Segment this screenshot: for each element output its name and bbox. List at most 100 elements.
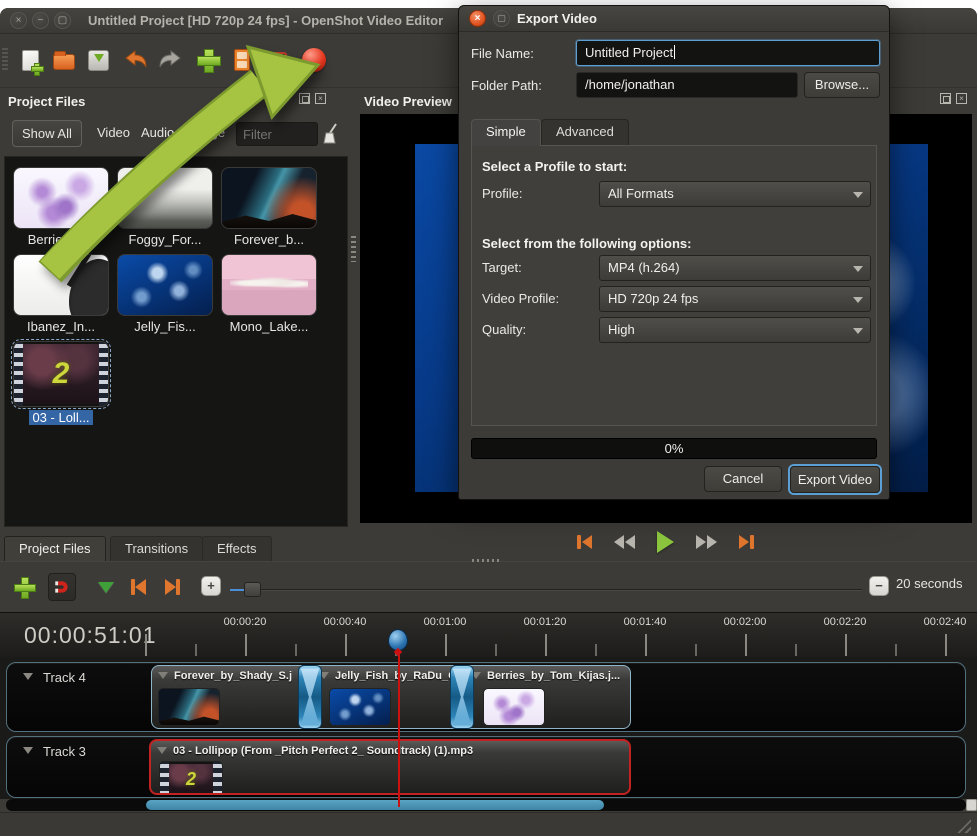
ruler-tick-label: 00:01:20: [515, 616, 575, 628]
file-item-mono-lake[interactable]: Mono_Lake...: [221, 254, 317, 334]
jump-to-end-button[interactable]: [739, 535, 754, 549]
timeline-horizontal-scrollbar[interactable]: [6, 799, 966, 811]
file-item-forever[interactable]: Forever_b...: [221, 167, 317, 247]
cancel-button[interactable]: Cancel: [704, 466, 782, 492]
clip-label: 03 - Lollipop (From _Pitch Perfect 2_ So…: [173, 745, 473, 757]
tab-project-files[interactable]: Project Files: [4, 536, 106, 563]
close-panel-icon[interactable]: ×: [956, 93, 967, 104]
clip-jellyfish[interactable]: Jelly_Fish_by_RaDu_G: [308, 665, 460, 729]
rewind-button[interactable]: [614, 535, 635, 549]
window-maximize-button[interactable]: ▢: [54, 12, 71, 29]
profile-dropdown[interactable]: All Formats: [599, 181, 871, 207]
clip-berries[interactable]: Berries_by_Tom_Kijas.j...: [460, 665, 631, 729]
play-button[interactable]: [657, 531, 674, 553]
file-name-input[interactable]: Untitled Project: [576, 40, 880, 66]
float-panel-icon[interactable]: [299, 93, 310, 104]
file-label: Forever_b...: [221, 232, 317, 247]
fast-forward-button[interactable]: [696, 535, 717, 549]
snapping-toggle-button[interactable]: [48, 573, 76, 601]
scrollbar-corner-button[interactable]: [966, 799, 977, 811]
file-item-ibanez[interactable]: Ibanez_In...: [13, 254, 109, 334]
open-project-button[interactable]: [50, 46, 78, 74]
target-dropdown[interactable]: MP4 (h.264): [599, 255, 871, 281]
zoom-in-button[interactable]: +: [201, 576, 221, 596]
clip-menu-chevron-icon[interactable]: [157, 747, 167, 754]
filter-input[interactable]: [236, 122, 318, 146]
float-panel-icon[interactable]: [940, 93, 951, 104]
timeline-ruler[interactable]: 00:00:51:01 00:00:20 00:00:40 00:01:00 0…: [0, 612, 977, 657]
track-menu-chevron-icon[interactable]: [23, 673, 33, 680]
file-thumbnail-foggy: [117, 167, 213, 229]
save-project-button[interactable]: [84, 46, 112, 74]
clip-label: Jelly_Fish_by_RaDu_G: [335, 670, 457, 682]
track-menu-chevron-icon[interactable]: [23, 747, 33, 754]
track-row-3: Track 3 03 - Lollipop (From _Pitch Perfe…: [6, 736, 966, 798]
undo-icon: [123, 48, 149, 72]
scrollbar-thumb[interactable]: [146, 800, 604, 810]
tab-advanced[interactable]: Advanced: [541, 119, 629, 145]
export-video-button[interactable]: [300, 46, 328, 74]
window-minimize-button[interactable]: −: [32, 12, 49, 29]
clip-label: Berries_by_Tom_Kijas.j...: [487, 670, 620, 682]
jump-start-icon: [582, 535, 592, 549]
track-name: Track 3: [43, 744, 86, 759]
timeline-tracks-area: Track 4 Forever_by_Shady_S.j Jelly_Fish_…: [0, 657, 977, 799]
marker-icon: [98, 582, 114, 593]
playhead-handle[interactable]: [388, 629, 410, 655]
playhead-line: [398, 648, 400, 807]
ruler-tick-label: 00:01:40: [615, 616, 675, 628]
clear-filter-broom-icon[interactable]: [322, 123, 340, 145]
zoom-slider-track[interactable]: [230, 589, 862, 591]
transition-between-clips[interactable]: [298, 665, 322, 729]
file-item-jellyfish[interactable]: Jelly_Fis...: [117, 254, 213, 334]
filter-image-button[interactable]: Image: [180, 120, 234, 147]
record-circle-icon: [302, 48, 326, 72]
file-item-berries[interactable]: Berries_b...: [13, 167, 109, 247]
window-resize-grip[interactable]: [957, 819, 971, 833]
clip-lollipop-audio[interactable]: 03 - Lollipop (From _Pitch Perfect 2_ So…: [149, 739, 631, 795]
import-files-button[interactable]: [194, 46, 222, 74]
undo-button[interactable]: [122, 46, 150, 74]
next-marker-icon: [165, 579, 176, 595]
chevron-down-icon: [853, 297, 863, 303]
transition-between-clips[interactable]: [450, 665, 474, 729]
dialog-title: Export Video: [517, 11, 597, 26]
window-close-button[interactable]: ×: [10, 12, 27, 29]
filter-audio-button[interactable]: Audio: [132, 120, 183, 147]
close-panel-icon[interactable]: ×: [315, 93, 326, 104]
browse-button[interactable]: Browse...: [804, 72, 880, 98]
video-preview-panel-title: Video Preview: [364, 94, 452, 109]
zoom-slider-handle[interactable]: [244, 582, 261, 597]
ruler-tick-label: 00:02:20: [815, 616, 875, 628]
video-profile-dropdown[interactable]: HD 720p 24 fps: [599, 286, 871, 312]
quality-dropdown[interactable]: High: [599, 317, 871, 343]
clip-thumbnail: 2: [159, 761, 223, 795]
add-marker-button[interactable]: [92, 573, 120, 601]
toolbar-grip[interactable]: [2, 48, 8, 72]
add-track-button[interactable]: [10, 573, 38, 601]
export-options-group: Select a Profile to start: Profile: All …: [471, 145, 877, 426]
file-item-lollipop-selected[interactable]: 2 03 - Loll...: [13, 341, 109, 425]
tab-simple[interactable]: Simple: [471, 119, 541, 146]
fullscreen-button[interactable]: [262, 46, 290, 74]
clip-forever[interactable]: Forever_by_Shady_S.j: [151, 665, 308, 729]
zoom-out-button[interactable]: −: [869, 576, 889, 596]
chevron-down-icon: [853, 328, 863, 334]
playback-controls: [354, 525, 977, 559]
clip-menu-chevron-icon[interactable]: [158, 672, 168, 679]
next-marker-button[interactable]: [158, 573, 186, 601]
new-project-button[interactable]: [16, 46, 44, 74]
new-project-icon: [22, 50, 39, 71]
jump-to-start-button[interactable]: [577, 535, 592, 549]
file-item-foggy[interactable]: Foggy_For...: [117, 167, 213, 247]
tab-effects[interactable]: Effects: [202, 536, 272, 562]
dialog-maximize-button[interactable]: ▢: [493, 10, 510, 27]
export-video-confirm-button[interactable]: Export Video: [790, 466, 880, 493]
redo-button[interactable]: [156, 46, 184, 74]
dialog-close-button[interactable]: ×: [469, 10, 486, 27]
tab-transitions[interactable]: Transitions: [110, 536, 203, 562]
choose-profile-button[interactable]: [228, 46, 256, 74]
filter-show-all-button[interactable]: Show All: [12, 120, 82, 147]
previous-marker-button[interactable]: [124, 573, 152, 601]
folder-path-input[interactable]: /home/jonathan: [576, 72, 798, 98]
